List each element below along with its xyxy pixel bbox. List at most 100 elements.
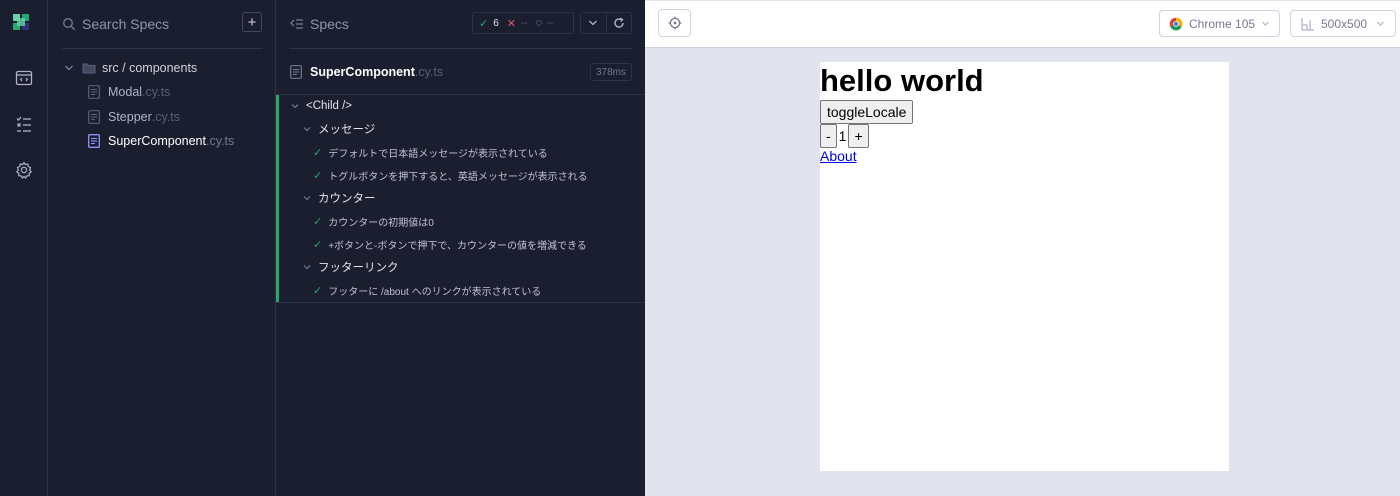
browser-select[interactable]: Chrome 105 xyxy=(1159,10,1280,37)
pending-count: -- xyxy=(547,17,554,29)
aut-toolbar: Chrome 105 500x500 xyxy=(645,0,1400,48)
passed-count: 6 xyxy=(493,17,499,29)
nav-specs[interactable] xyxy=(0,60,48,96)
check-icon: ✓ xyxy=(313,215,323,228)
spec-file-name: SuperComponent xyxy=(310,65,415,79)
divider xyxy=(276,302,645,303)
file-icon xyxy=(290,65,302,79)
failed-stat: ✕ -- xyxy=(507,17,528,30)
spec-file-modal[interactable]: Modal .cy.ts xyxy=(88,81,170,103)
aut-iframe: hello world toggleLocale - 1 + About xyxy=(820,62,1229,471)
suite-title: <Child /> xyxy=(306,100,353,112)
viewport-icon xyxy=(1301,17,1314,31)
chevron-down-icon xyxy=(291,104,299,109)
suite-title: カウンター xyxy=(318,193,376,205)
reporter-header: Specs ✓ 6 ✕ -- ◌ -- xyxy=(290,12,632,36)
file-icon xyxy=(88,85,100,99)
reporter-controls xyxy=(580,12,632,34)
test-title: フッターに /about へのリンクが表示されている xyxy=(328,286,542,298)
file-extension: .cy.ts xyxy=(151,110,181,124)
expand-all-button[interactable] xyxy=(581,13,606,33)
chrome-icon xyxy=(1169,17,1183,30)
suite-row[interactable]: カウンター xyxy=(302,188,376,208)
refresh-icon xyxy=(614,17,624,28)
pass-status-bar xyxy=(276,95,279,302)
chevron-down-icon xyxy=(303,265,311,270)
collapse-list-icon[interactable] xyxy=(290,17,304,31)
check-icon: ✓ xyxy=(313,284,323,297)
viewport-select[interactable]: 500x500 xyxy=(1290,10,1396,37)
check-icon: ✓ xyxy=(313,169,323,182)
app-under-test-panel: Chrome 105 500x500 hello world toggleLoc… xyxy=(645,0,1400,496)
rerun-button[interactable] xyxy=(605,13,631,33)
check-icon: ✓ xyxy=(313,146,323,159)
about-link[interactable]: About xyxy=(820,148,857,164)
spec-file-stepper[interactable]: Stepper .cy.ts xyxy=(88,106,180,128)
chevron-down-icon xyxy=(1377,21,1384,26)
test-row[interactable]: ✓ トグルボタンを押下すると、英語メッセージが表示される xyxy=(313,165,588,185)
test-row[interactable]: ✓ +ボタンと-ボタンで押下で、カウンターの値を増減できる xyxy=(313,234,587,254)
specs-icon xyxy=(15,70,33,86)
spec-file-supercomponent[interactable]: SuperComponent .cy.ts xyxy=(88,130,234,152)
test-title: トグルボタンを押下すると、英語メッセージが表示される xyxy=(328,171,588,183)
file-extension: .cy.ts xyxy=(142,85,171,99)
test-row[interactable]: ✓ デフォルトで日本語メッセージが表示されている xyxy=(313,142,548,162)
file-name: Modal xyxy=(108,85,143,99)
check-icon: ✓ xyxy=(313,238,323,251)
counter-value: 1 xyxy=(838,128,847,144)
chevron-down-icon xyxy=(303,127,311,132)
search-input[interactable] xyxy=(82,16,237,32)
divider xyxy=(276,94,645,95)
file-name: SuperComponent xyxy=(108,134,206,148)
chevron-down-icon xyxy=(303,196,311,201)
cross-icon: ✕ xyxy=(506,17,516,30)
toggle-locale-button[interactable]: toggleLocale xyxy=(820,100,914,124)
cypress-logo-icon[interactable] xyxy=(13,14,29,30)
folder-label: src / components xyxy=(102,61,198,75)
folder-icon xyxy=(82,63,96,74)
suite-row[interactable]: フッターリンク xyxy=(302,257,399,277)
divider xyxy=(62,48,262,49)
divider xyxy=(290,48,632,49)
reporter-title: Specs xyxy=(310,16,349,32)
search-icon xyxy=(62,17,76,31)
suite-row[interactable]: メッセージ xyxy=(302,119,375,139)
nav-rail xyxy=(0,0,48,496)
file-icon xyxy=(88,134,100,148)
test-title: カウンターの初期値は0 xyxy=(328,217,434,229)
specs-list-panel: + src / components Modal.cy.ts Stepper.c… xyxy=(48,0,276,496)
running-spec-file: SuperComponent .cy.ts 378ms xyxy=(290,62,632,82)
pending-stat: ◌ -- xyxy=(536,17,554,29)
test-row[interactable]: ✓ カウンターの初期値は0 xyxy=(313,211,434,231)
file-name: Stepper xyxy=(108,110,152,124)
counter: - 1 + xyxy=(820,124,1229,148)
test-title: +ボタンと-ボタンで押下で、カウンターの値を増減できる xyxy=(328,240,587,252)
spec-file-extension: .cy.ts xyxy=(414,65,444,79)
viewport-label: 500x500 xyxy=(1321,16,1368,31)
nav-runs[interactable] xyxy=(0,106,48,142)
runs-icon xyxy=(16,116,31,132)
increment-button[interactable]: + xyxy=(848,124,869,148)
test-title: デフォルトで日本語メッセージが表示されている xyxy=(328,148,548,160)
app-heading: hello world xyxy=(820,63,984,98)
file-extension: .cy.ts xyxy=(205,134,235,148)
folder-row[interactable]: src / components xyxy=(62,57,197,79)
passed-stat: ✓ 6 xyxy=(479,17,499,30)
add-spec-button[interactable]: + xyxy=(242,12,262,32)
nav-settings[interactable] xyxy=(0,152,48,188)
chevron-down-icon xyxy=(1262,21,1269,26)
decrement-button[interactable]: - xyxy=(820,124,837,148)
duration-badge: 378ms xyxy=(589,63,632,81)
test-row[interactable]: ✓ フッターに /about へのリンクが表示されている xyxy=(313,280,541,300)
chevron-down-icon xyxy=(589,20,598,26)
crosshair-icon xyxy=(668,16,681,30)
suite-title: メッセージ xyxy=(318,124,376,136)
failed-count: -- xyxy=(521,17,528,29)
browser-label: Chrome 105 xyxy=(1189,16,1256,31)
selector-playground-button[interactable] xyxy=(658,9,691,37)
file-icon xyxy=(88,110,100,124)
search-bar: + xyxy=(62,12,262,36)
root-suite-row[interactable]: <Child /> xyxy=(290,96,352,116)
check-icon: ✓ xyxy=(479,17,489,30)
chevron-down-icon xyxy=(65,65,73,71)
